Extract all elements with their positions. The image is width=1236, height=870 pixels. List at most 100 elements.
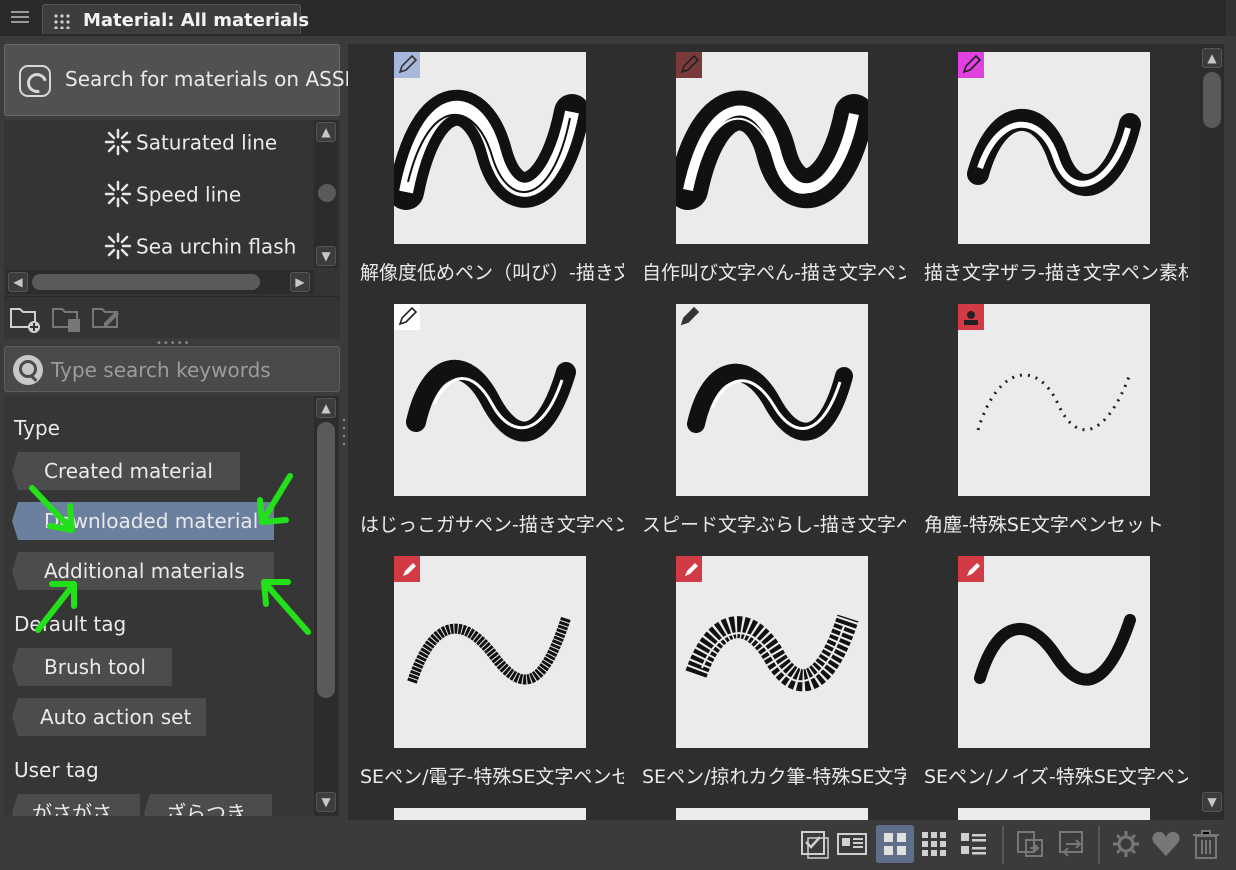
drag-grip-icon[interactable] (53, 13, 71, 29)
tag-user-zaratsuki[interactable]: ざらつき (144, 794, 272, 816)
material-thumbnail[interactable] (676, 52, 868, 244)
tag-filter-panel: Type Created material Downloaded materia… (4, 396, 340, 816)
scroll-thumb[interactable] (317, 422, 335, 698)
brush-stroke-preview (676, 90, 868, 210)
scroll-down-icon[interactable]: ▼ (316, 792, 336, 812)
brush-stroke-preview (976, 373, 1132, 432)
tree-item-speed-line[interactable]: Speed line (104, 180, 242, 212)
tag-created-material[interactable]: Created material (12, 452, 240, 490)
scroll-thumb[interactable] (32, 274, 260, 290)
large-thumbnail-view-icon[interactable] (876, 825, 914, 863)
search-assets-label: Search for materials on ASSETS (65, 67, 383, 91)
scroll-down-icon[interactable]: ▼ (316, 246, 336, 266)
list-view-icon[interactable] (958, 828, 990, 860)
burst-icon (104, 180, 132, 208)
tag-label: Auto action set (40, 705, 192, 729)
checkbox-view-icon[interactable] (798, 828, 830, 860)
material-caption: SEペン/ノイズ-特殊SE文字ペンセット (924, 766, 1188, 788)
search-input[interactable] (51, 355, 331, 385)
tag-label: Brush tool (44, 655, 146, 679)
material-thumbnail[interactable] (394, 52, 586, 244)
material-thumbnail[interactable] (958, 304, 1150, 496)
tag-additional-materials[interactable]: Additional materials (12, 552, 274, 590)
brush-stroke-preview (685, 614, 859, 692)
material-thumbnail[interactable] (394, 304, 586, 496)
scroll-up-icon[interactable]: ▲ (316, 122, 336, 142)
bottom-toolbar (0, 820, 1236, 870)
pane-splitter[interactable] (342, 416, 346, 456)
material-caption: 角塵-特殊SE文字ペンセット (924, 514, 1164, 536)
scroll-down-icon[interactable]: ▼ (1202, 792, 1222, 812)
user-tag-heading: User tag (14, 758, 99, 782)
tree-vertical-scrollbar[interactable]: ▲ ▼ (314, 120, 338, 268)
material-thumbnail[interactable] (394, 556, 586, 748)
tab-material-all-materials[interactable]: Material: All materials (42, 4, 309, 34)
edit-folder-icon[interactable] (90, 303, 122, 333)
scroll-thumb[interactable] (1203, 72, 1221, 128)
brush-stroke-preview (394, 89, 586, 210)
brush-stroke-preview (687, 363, 853, 441)
gear-icon[interactable] (1110, 828, 1142, 860)
heart-icon[interactable] (1150, 828, 1182, 860)
toolbar-separator (1002, 826, 1004, 864)
tree-item-saturated-line[interactable]: Saturated line (104, 128, 278, 160)
stamp-icon (958, 304, 984, 330)
material-thumbnail[interactable] (676, 556, 868, 748)
trash-icon[interactable] (1190, 828, 1222, 860)
toolbar-separator (1098, 826, 1100, 864)
tag-label: Additional materials (44, 559, 245, 583)
delete-folder-icon[interactable] (50, 303, 82, 333)
scroll-left-icon[interactable]: ◀ (8, 272, 28, 292)
tree-horizontal-scrollbar[interactable]: ◀ ▶ (6, 270, 314, 294)
burst-icon (104, 232, 132, 260)
scroll-up-icon[interactable]: ▲ (1202, 48, 1222, 68)
small-thumbnail-view-icon[interactable] (918, 828, 950, 860)
keyword-search-box (4, 346, 340, 392)
assets-logo-icon (19, 65, 51, 97)
tree-item-label: Saturated line (136, 130, 278, 155)
material-caption: 自作叫び文字ぺん-描き文字ペン素材集 (642, 262, 906, 284)
tag-downloaded-material[interactable]: Downloaded material (12, 502, 274, 540)
detail-view-icon[interactable] (836, 828, 868, 860)
scroll-right-icon[interactable]: ▶ (290, 272, 310, 292)
tag-auto-action-set[interactable]: Auto action set (12, 698, 206, 736)
tree-item-label: Speed line (136, 182, 242, 207)
tag-label: Downloaded material (44, 509, 259, 533)
paste-to-canvas-icon[interactable] (1014, 828, 1046, 860)
material-panel: Search for materials on ASSETS Saturated… (0, 36, 1236, 870)
panel-titlebar: Material: All materials (0, 0, 1236, 36)
tag-brush-tool[interactable]: Brush tool (12, 648, 172, 686)
tree-item-label: Sea urchin flash (136, 234, 297, 259)
material-thumbnail[interactable] (676, 304, 868, 496)
tag-scrollbar[interactable]: ▲ ▼ (314, 396, 338, 816)
tag-label: Created material (44, 459, 213, 483)
materials-grid: 解像度低めペン（叫び）-描き文字ペン素材集 自作叫び文字ぺん-描き文字ペン素材集 (348, 44, 1224, 820)
panel-edge (1226, 0, 1236, 36)
grid-scrollbar[interactable]: ▲ ▼ (1200, 44, 1224, 820)
tag-label: ざらつき (166, 801, 246, 816)
brush-stroke-preview (406, 359, 576, 442)
material-thumbnail[interactable] (676, 808, 868, 820)
material-caption: 描き文字ザラ-描き文字ペン素材集 (924, 262, 1188, 284)
new-folder-icon[interactable] (8, 303, 40, 333)
tag-user-gasagasa[interactable]: がさがさ (12, 794, 140, 816)
replace-material-icon[interactable] (1056, 828, 1088, 860)
material-thumbnail[interactable] (394, 808, 586, 820)
tree-item-sea-urchin-flash[interactable]: Sea urchin flash (104, 232, 297, 264)
material-thumbnail[interactable] (958, 52, 1150, 244)
search-icon[interactable] (13, 355, 43, 385)
brush-stroke-preview (407, 616, 571, 685)
burst-icon (104, 128, 132, 156)
panel-menu-button[interactable] (8, 8, 32, 28)
pen-icon (676, 52, 702, 78)
se-pen-icon (394, 556, 420, 582)
material-caption: 解像度低めペン（叫び）-描き文字ペン素材集 (360, 262, 624, 284)
material-caption: はじっこガサペン-描き文字ペン素材集 (360, 514, 624, 536)
material-thumbnail[interactable] (958, 808, 1150, 820)
scroll-thumb[interactable] (318, 184, 336, 202)
pen-icon (958, 52, 984, 78)
tab-title: Material: All materials (83, 10, 310, 31)
search-assets-button[interactable]: Search for materials on ASSETS (4, 44, 382, 116)
material-thumbnail[interactable] (958, 556, 1150, 748)
scroll-up-icon[interactable]: ▲ (316, 398, 336, 418)
